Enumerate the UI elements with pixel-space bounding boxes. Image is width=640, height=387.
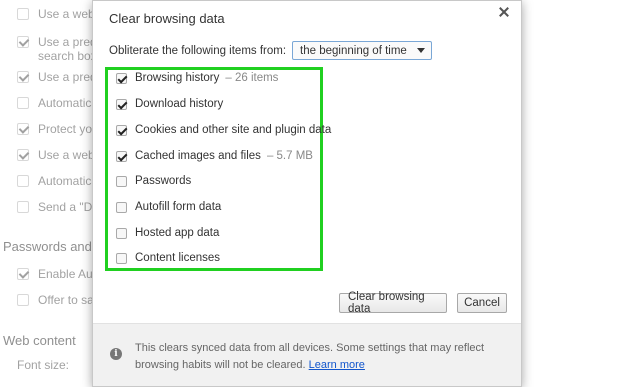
option-label: Cached images and files bbox=[135, 150, 261, 162]
option-label: Download history bbox=[135, 98, 224, 110]
option-passwords[interactable]: Passwords bbox=[116, 175, 191, 187]
option-label: Browsing history bbox=[135, 72, 220, 84]
option-detail: – 5.7 MB bbox=[266, 150, 313, 162]
checkbox[interactable] bbox=[116, 124, 127, 136]
option-browsing-history[interactable]: Browsing history – 26 items bbox=[116, 72, 278, 84]
option-autofill[interactable]: Autofill form data bbox=[116, 201, 221, 213]
option-label: Content licenses bbox=[135, 252, 221, 264]
option-label: Hosted app data bbox=[135, 227, 220, 239]
checkbox[interactable] bbox=[116, 227, 127, 239]
option-content-licenses[interactable]: Content licenses bbox=[116, 252, 220, 264]
option-label: Autofill form data bbox=[135, 201, 222, 213]
time-period-label: Obliterate the following items from: bbox=[109, 44, 287, 57]
option-hosted-app-data[interactable]: Hosted app data bbox=[116, 227, 219, 239]
dialog-footer: i This clears synced data from all devic… bbox=[93, 323, 521, 386]
checkbox[interactable] bbox=[116, 150, 127, 162]
option-download-history[interactable]: Download history bbox=[116, 98, 223, 110]
time-period-value: the beginning of time bbox=[300, 44, 407, 57]
learn-more-link[interactable]: Learn more bbox=[309, 359, 365, 371]
option-detail: – 26 items bbox=[225, 72, 279, 84]
clear-browsing-data-dialog: Clear browsing data Obliterate the follo… bbox=[92, 0, 522, 387]
checkbox[interactable] bbox=[116, 98, 127, 110]
checkbox[interactable] bbox=[116, 72, 127, 84]
option-label: Cookies and other site and plugin data bbox=[135, 124, 332, 136]
checkbox[interactable] bbox=[116, 201, 127, 213]
chevron-down-icon bbox=[416, 48, 425, 53]
time-period-select[interactable]: the beginning of time bbox=[292, 41, 432, 60]
close-icon[interactable] bbox=[497, 5, 511, 19]
checkbox[interactable] bbox=[116, 252, 127, 264]
clear-browsing-data-button[interactable]: Clear browsing data bbox=[339, 291, 447, 315]
option-label: Passwords bbox=[135, 175, 192, 187]
dialog-title: Clear browsing data bbox=[109, 11, 225, 26]
option-cookies[interactable]: Cookies and other site and plugin data bbox=[116, 124, 331, 136]
footer-message: This clears synced data from all devices… bbox=[135, 342, 485, 371]
checkbox[interactable] bbox=[116, 175, 127, 187]
time-period-row: Obliterate the following items from: the… bbox=[109, 41, 432, 60]
info-icon: i bbox=[110, 348, 122, 360]
cancel-button[interactable]: Cancel bbox=[457, 293, 507, 313]
option-cached-images[interactable]: Cached images and files – 5.7 MB bbox=[116, 150, 313, 162]
